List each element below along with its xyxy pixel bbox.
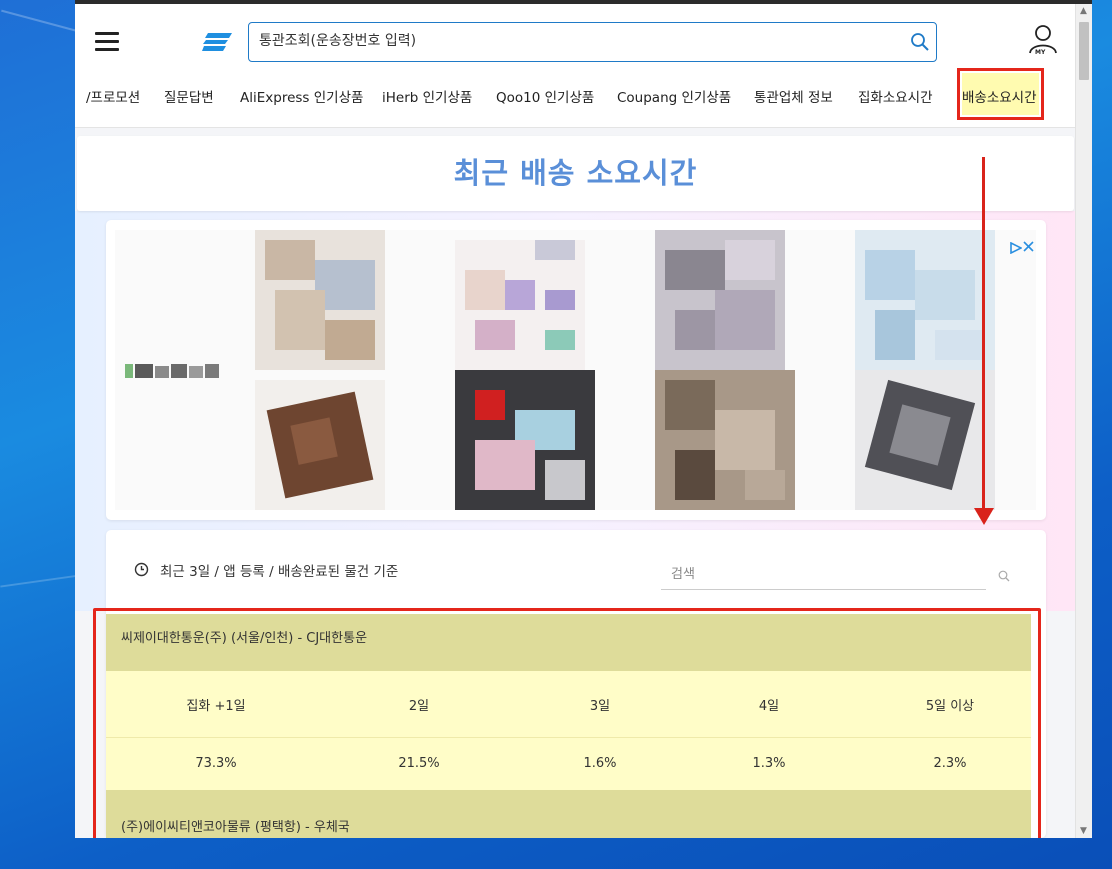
nav-item-pickup-time[interactable]: 집화소요시간 — [858, 86, 933, 110]
annotation-arrow-head — [974, 508, 994, 525]
tracking-search-bar — [248, 22, 937, 62]
nav-item-qoo10[interactable]: Qoo10 인기상품 — [496, 86, 594, 110]
vertical-scrollbar[interactable]: ▲ ▼ — [1075, 4, 1092, 838]
nav-item-aliexpress[interactable]: AliExpress 인기상품 — [240, 86, 363, 110]
clock-icon — [134, 562, 149, 577]
annotation-arrow-line — [982, 157, 985, 512]
ad-product-image — [855, 370, 995, 510]
nav-item-customs-info[interactable]: 통관업체 정보 — [754, 86, 833, 110]
page-title: 최근 배송 소요시간 — [453, 156, 698, 190]
data-basis-text: 최근 3일 / 앱 등록 / 배송완료된 물건 기준 — [160, 564, 399, 580]
menu-icon[interactable] — [95, 32, 119, 52]
search-icon[interactable] — [998, 570, 1010, 582]
nav-item-qna[interactable]: 질문답변 — [164, 86, 214, 110]
ad-product-image — [655, 230, 785, 370]
search-icon[interactable] — [910, 32, 930, 52]
category-nav: /프로모션 질문답변 AliExpress 인기상품 iHerb 인기상품 Qo… — [75, 86, 1075, 114]
ad-banner — [106, 220, 1046, 520]
title-card: 최근 배송 소요시간 — [77, 136, 1074, 211]
nav-item-iherb[interactable]: iHerb 인기상품 — [382, 86, 472, 110]
scroll-down-icon[interactable]: ▼ — [1080, 826, 1087, 836]
nav-highlight-box — [957, 68, 1044, 120]
ad-product-image — [255, 230, 385, 370]
tracking-search-input[interactable] — [249, 23, 889, 59]
ad-product-image — [455, 370, 595, 510]
nav-item-coupang[interactable]: Coupang 인기상품 — [617, 86, 731, 110]
nav-item-promotion[interactable]: /프로모션 — [86, 86, 140, 110]
scroll-up-icon[interactable]: ▲ — [1080, 6, 1087, 16]
ad-close-icon[interactable] — [1023, 241, 1034, 252]
desktop-background-streak — [0, 574, 80, 588]
my-account-icon[interactable]: MY — [1026, 24, 1060, 62]
scrollbar-thumb[interactable] — [1079, 22, 1089, 80]
carrier-search-input[interactable] — [661, 560, 961, 588]
browser-window: MY /프로모션 질문답변 AliExpress 인기상품 iHerb 인기상품… — [75, 0, 1092, 838]
carrier-search-box — [661, 560, 986, 590]
ad-content[interactable] — [115, 230, 1036, 510]
ad-product-image — [455, 240, 585, 370]
ad-choices-icon[interactable] — [1010, 242, 1022, 254]
ad-product-image — [855, 230, 995, 370]
site-logo[interactable] — [202, 33, 232, 51]
highlight-box — [93, 608, 1041, 838]
desktop-background-streak — [1, 9, 79, 33]
ad-advertiser-logo — [125, 364, 219, 378]
ad-product-image — [255, 380, 385, 510]
my-label: MY — [1035, 49, 1046, 56]
ad-product-image — [655, 370, 795, 510]
